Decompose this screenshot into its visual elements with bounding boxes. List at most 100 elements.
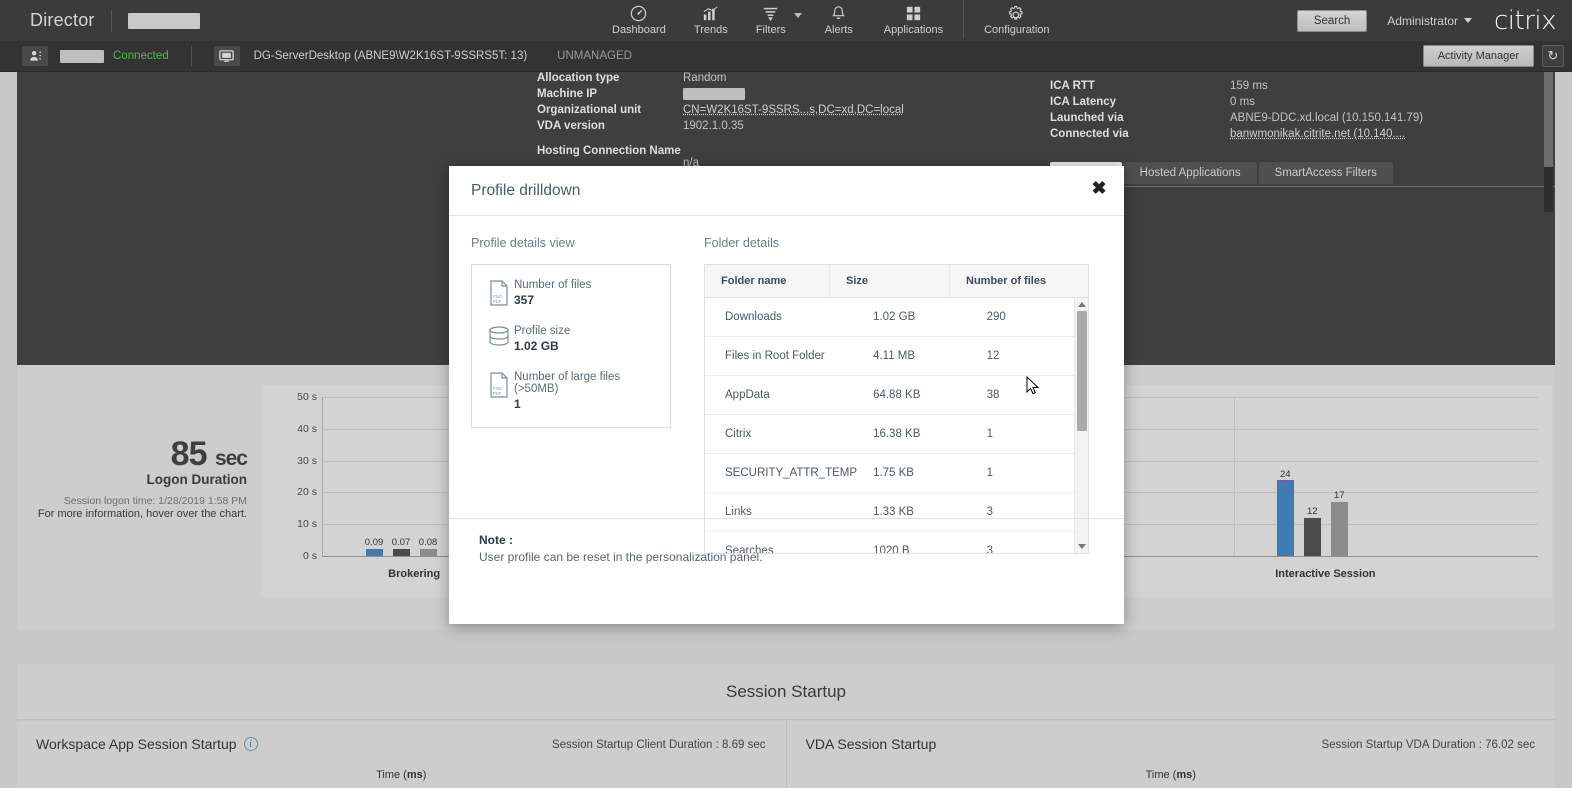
activity-manager-button[interactable]: Activity Manager [1423, 45, 1534, 67]
chart-bar[interactable]: 0.08 [420, 549, 437, 556]
svg-text:PDF: PDF [493, 299, 502, 304]
scrollbar-thumb[interactable] [1544, 72, 1553, 167]
nav-item-configuration[interactable]: Configuration [970, 0, 1063, 36]
nav-item-applications[interactable]: Applications [870, 0, 957, 36]
table-row[interactable]: Downloads1.02 GB290 [705, 298, 1088, 337]
stat-label: Number of files [514, 279, 591, 291]
nav-item-filters[interactable]: Filters [742, 0, 808, 36]
detail-panel-scrollbar[interactable] [1544, 72, 1553, 212]
cell-number-of-files: 1 [971, 415, 1088, 454]
stat-text: Number of large files (>50MB) 1 [514, 371, 658, 411]
chevron-down-icon [1464, 18, 1472, 23]
nav-right-cluster: Search Administrator citrix [1297, 0, 1572, 41]
monitor-icon[interactable] [214, 46, 240, 66]
chart-bar[interactable]: 0.09 [366, 549, 383, 556]
info-icon[interactable]: i [244, 737, 258, 751]
session-startup-columns: Workspace App Session Startup i Session … [17, 721, 1555, 788]
table-row[interactable]: Citrix16.38 KB1 [705, 415, 1088, 454]
time-label-unit: ms [407, 769, 423, 781]
gauge-icon [629, 3, 648, 23]
managed-state-badge: UNMANAGED [557, 50, 632, 62]
column-folder-name[interactable]: Folder name [705, 265, 830, 298]
bar-value-label: 24 [1280, 469, 1291, 480]
workspace-startup-title: Workspace App Session Startup [36, 736, 237, 752]
session-startup-header: Session Startup [17, 664, 1555, 720]
chevron-down-icon[interactable] [794, 13, 802, 18]
logon-duration-summary: 85 sec Logon Duration Session logon time… [27, 435, 247, 520]
tab-hosted-applications[interactable]: Hosted Applications [1124, 162, 1257, 184]
nav-item-dashboard[interactable]: Dashboard [598, 0, 680, 36]
bar-value-label: 0.07 [392, 537, 411, 548]
brand-separator [111, 10, 112, 32]
cell-folder-name: SECURITY_ATTR_TEMP [705, 454, 857, 493]
chart-bar[interactable]: 0.07 [393, 549, 410, 556]
nav-label-trends: Trends [694, 24, 728, 36]
close-icon[interactable]: ✖ [1088, 177, 1110, 199]
detail-row: Launched via ABNE9-DDC.xd.local (10.150.… [1050, 112, 1520, 124]
detail-key: ICA Latency [1050, 96, 1230, 108]
bar-value-label: 17 [1334, 490, 1345, 501]
stat-text: Number of files 357 [514, 279, 591, 307]
chart-bar[interactable]: 17 [1331, 502, 1348, 556]
column-size[interactable]: Size [830, 265, 950, 298]
stat-label: Profile size [514, 325, 570, 337]
folder-table-scrollbar[interactable] [1074, 298, 1088, 553]
detail-value-link[interactable]: banwmonikak.citrite.net (10.140.... [1230, 128, 1405, 140]
profile-drilldown-modal: Profile drilldown ✖ Profile details view… [449, 166, 1124, 624]
table-row[interactable]: Files in Root Folder4.11 MB12 [705, 337, 1088, 376]
detail-key: ICA RTT [1050, 80, 1230, 92]
time-label-prefix: Time ( [376, 769, 407, 781]
refresh-icon[interactable]: ↻ [1542, 45, 1564, 67]
column-number-of-files[interactable]: Number of files [950, 265, 1089, 298]
nav-item-alerts[interactable]: Alerts [808, 0, 870, 36]
folder-table-scroll-container: Downloads1.02 GB290Files in Root Folder4… [704, 298, 1089, 554]
profile-details-section-title: Profile details view [471, 236, 671, 250]
time-axis-label: Time (ms) [17, 769, 786, 781]
session-startup-title: Session Startup [726, 682, 846, 702]
tab-smartaccess-filters[interactable]: SmartAccess Filters [1259, 162, 1393, 184]
folder-details-section-title: Folder details [704, 236, 1089, 250]
table-row[interactable]: SECURITY_ATTR_TEMP1.75 KB1 [705, 454, 1088, 493]
chart-bar[interactable]: 12 [1304, 518, 1321, 556]
session-sub-bar: Connected DG-ServerDesktop (ABNE9\W2K16S… [0, 41, 1572, 72]
time-label-suffix: ) [1192, 769, 1196, 781]
profile-stats-card: PNGPDF Number of files 357 Profile size [471, 264, 671, 428]
stat-row: Profile size 1.02 GB [484, 325, 658, 353]
vda-startup-title-row: VDA Session Startup [806, 736, 937, 752]
y-axis-tick: 20 s [297, 486, 317, 498]
folder-details: Folder details Folder name Size Number o… [704, 236, 1089, 554]
user-icon[interactable] [22, 46, 48, 66]
y-axis-tick: 10 s [297, 518, 317, 530]
bar-chart-icon [701, 3, 720, 23]
chart-bar[interactable]: 24 [1277, 480, 1294, 556]
search-button[interactable]: Search [1297, 10, 1367, 32]
detail-row: VDA version 1902.1.0.35 [537, 120, 1037, 132]
scroll-up-arrow-icon[interactable] [1078, 302, 1086, 307]
detail-value-link[interactable]: CN=W2K16ST-9SSRS...s,DC=xd,DC=local [683, 104, 904, 116]
time-label-unit: ms [1176, 769, 1192, 781]
tabs-underline [1050, 186, 1555, 187]
cell-size: 4.11 MB [857, 337, 971, 376]
primary-nav: Dashboard Trends Filters Alerts [598, 0, 1064, 41]
table-row[interactable]: AppData64.88 KB38 [705, 376, 1088, 415]
time-axis-label: Time (ms) [787, 769, 1556, 781]
category-gridline [1234, 397, 1235, 556]
table-header-row: Folder name Size Number of files [705, 265, 1089, 298]
cell-number-of-files: 290 [971, 298, 1088, 337]
nav-item-trends[interactable]: Trends [680, 0, 742, 36]
bar-value-label: 12 [1307, 506, 1318, 517]
database-icon [484, 325, 514, 348]
administrator-menu[interactable]: Administrator [1387, 14, 1472, 28]
bar-value-label: 0.08 [419, 537, 438, 548]
x-axis-label: Interactive Session [1275, 568, 1375, 580]
svg-text:PDF: PDF [493, 391, 502, 396]
note-title: Note : [479, 533, 1124, 547]
logon-duration-title: Logon Duration [27, 472, 247, 487]
folder-table-header: Folder name Size Number of files [704, 264, 1089, 298]
workspace-startup-title-row: Workspace App Session Startup i [36, 736, 258, 752]
detail-row: Organizational unit CN=W2K16ST-9SSRS...s… [537, 104, 1037, 116]
nav-label-configuration: Configuration [984, 24, 1049, 36]
scrollbar-thumb[interactable] [1077, 311, 1087, 431]
cell-number-of-files: 38 [971, 376, 1088, 415]
vda-session-startup: VDA Session Startup Session Startup VDA … [786, 721, 1556, 788]
